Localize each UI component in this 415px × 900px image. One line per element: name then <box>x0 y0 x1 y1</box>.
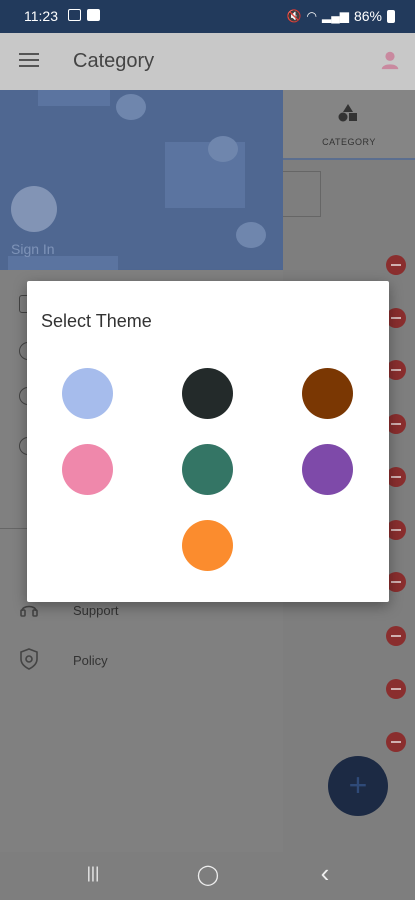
drawer-item-label: Support <box>73 603 119 618</box>
app-bar: Category <box>0 33 415 90</box>
hamburger-menu-icon[interactable] <box>19 53 39 67</box>
tab-category-label: CATEGORY <box>322 137 376 147</box>
remove-icon[interactable] <box>386 360 406 380</box>
signal-icon: ▂▄▆ <box>322 9 349 23</box>
remove-icon[interactable] <box>386 732 406 752</box>
system-nav-bar: ||| ◯ ‹ <box>0 852 415 900</box>
remove-icon[interactable] <box>386 520 406 540</box>
dialog-title: Select Theme <box>41 311 152 331</box>
theme-color-swatch[interactable] <box>62 444 113 495</box>
image-icon <box>68 9 81 21</box>
theme-color-swatch[interactable] <box>182 368 233 419</box>
coin-icon <box>208 136 238 162</box>
coin-icon <box>236 222 266 248</box>
remove-icon[interactable] <box>386 679 406 699</box>
check-box-icon <box>87 9 100 21</box>
theme-color-swatch[interactable] <box>182 520 233 571</box>
theme-color-swatch[interactable] <box>302 368 353 419</box>
drawer-item-label: Policy <box>73 653 108 668</box>
drawer-item-support[interactable]: Support <box>0 598 283 638</box>
sign-in-link[interactable]: Sign In <box>11 241 55 257</box>
page-title: Category <box>73 50 155 72</box>
remove-icon[interactable] <box>386 626 406 646</box>
theme-color-swatch[interactable] <box>182 444 233 495</box>
category-card[interactable] <box>283 171 321 217</box>
status-time: 11:23 <box>24 8 58 24</box>
person-icon[interactable] <box>379 49 401 71</box>
tab-category[interactable]: CATEGORY <box>283 90 415 160</box>
shapes-icon <box>338 104 357 122</box>
theme-color-swatch[interactable] <box>62 368 113 419</box>
avatar[interactable] <box>11 186 57 232</box>
recent-apps-button[interactable]: ||| <box>78 865 108 893</box>
drawer-item-policy[interactable]: Policy <box>0 647 283 687</box>
coin-icon <box>116 94 146 120</box>
remove-icon[interactable] <box>386 255 406 275</box>
shield-icon <box>20 648 38 670</box>
status-bar: 11:23 🔇 ◠ ▂▄▆ 86% <box>0 0 415 33</box>
back-button[interactable]: ‹ <box>310 858 340 888</box>
support-icon <box>20 605 38 617</box>
remove-icon[interactable] <box>386 308 406 328</box>
remove-icon[interactable] <box>386 467 406 487</box>
battery-icon <box>387 9 395 23</box>
select-theme-dialog: Select Theme <box>27 281 389 602</box>
remove-icon[interactable] <box>386 572 406 592</box>
theme-color-swatch[interactable] <box>302 444 353 495</box>
battery-percent: 86% <box>353 8 382 24</box>
remove-icon[interactable] <box>386 414 406 434</box>
wifi-icon: ◠ <box>306 9 317 23</box>
home-button[interactable]: ◯ <box>193 862 223 890</box>
mute-icon: 🔇 <box>286 9 302 23</box>
add-button[interactable]: + <box>328 756 388 816</box>
drawer-header: Sign In <box>0 90 283 270</box>
